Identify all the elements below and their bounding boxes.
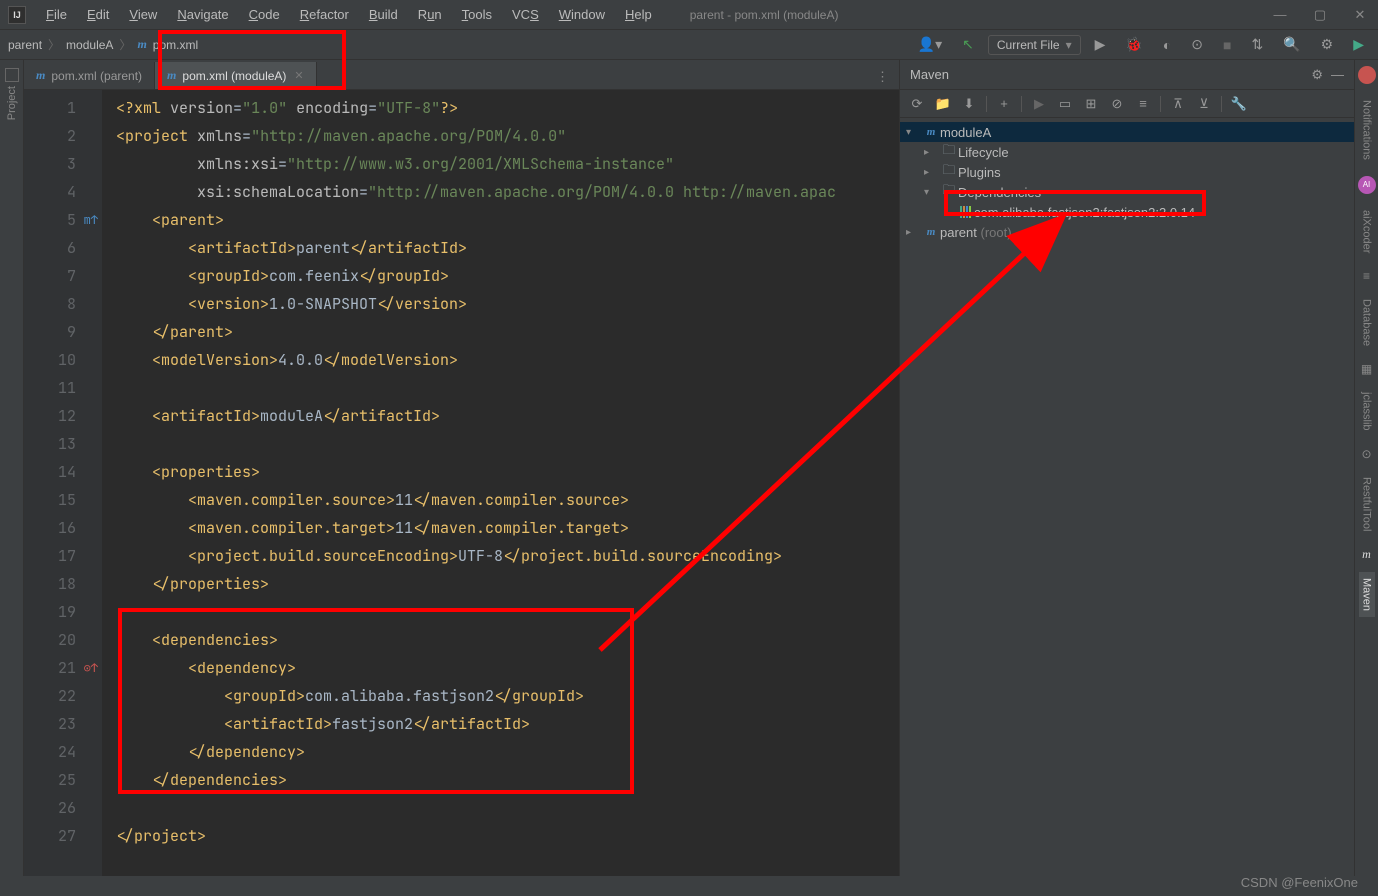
maven-tool-button[interactable]: Maven [1359,572,1375,617]
execute-icon[interactable]: ▭ [1054,93,1076,115]
show-deps-icon[interactable]: ≡ [1132,93,1154,115]
title-bar: IJ File Edit View Navigate Code Refactor… [0,0,1378,30]
menu-edit[interactable]: Edit [79,4,117,25]
restful-icon[interactable]: ⊙ [1361,447,1371,461]
vcs-update-icon[interactable]: ⇅ [1245,34,1269,55]
menu-build[interactable]: Build [361,4,406,25]
window-title: parent - pom.xml (moduleA) [690,8,839,22]
gear-icon[interactable]: ⚙ [1311,67,1323,83]
maven-icon[interactable]: m [1362,547,1371,562]
run-button[interactable]: ▶ [1089,34,1112,55]
run-icon[interactable]: ▶ [1028,93,1050,115]
generate-sources-icon[interactable]: 📁 [932,93,954,115]
notifications-tool-button[interactable]: Notifications [1359,94,1375,166]
tree-node-parent[interactable]: ▸ m parent (root) [900,222,1354,242]
jclasslib-icon[interactable]: ▦ [1361,362,1372,376]
menu-help[interactable]: Help [617,4,660,25]
coverage-button[interactable]: ◐ [1157,35,1177,55]
tabs-more-button[interactable]: ⋮ [866,65,899,89]
left-tool-stripe: Project [0,60,24,876]
reload-icon[interactable]: ⟳ [906,93,928,115]
breadcrumb-item[interactable]: pom.xml [153,38,198,52]
menu-view[interactable]: View [121,4,165,25]
maven-panel: Maven ⚙ — ⟳ 📁 ⬇ + ▶ ▭ ⊞ ⊘ ≡ ⊼ ⊻ 🔧 [899,60,1354,876]
nav-bar: parent 〉 moduleA 〉 m pom.xml 👤▾ ↖ Curren… [0,30,1378,60]
jclasslib-tool-button[interactable]: jclasslib [1359,386,1375,437]
tree-node-plugins[interactable]: ▸ 🗀 Plugins [900,162,1354,182]
user-icon[interactable]: 👤▾ [912,34,948,55]
tree-node-modulea[interactable]: ▾ m moduleA [900,122,1354,142]
tree-node-lifecycle[interactable]: ▸ 🗀 Lifecycle [900,142,1354,162]
maven-file-icon: m [167,68,176,83]
code-content[interactable]: <?xml version="1.0" encoding="UTF-8"?><p… [102,90,899,876]
close-icon[interactable]: ✕ [294,69,303,82]
debug-button[interactable]: 🐞 [1119,34,1148,55]
breadcrumb-sep: 〉 [48,36,60,53]
watermark: CSDN @FeenixOne [1241,875,1358,890]
aixcoder-tool-button[interactable]: aiXcoder [1359,204,1375,259]
menu-tools[interactable]: Tools [454,4,500,25]
profile-button[interactable]: ⊙ [1185,34,1209,55]
project-icon[interactable] [5,68,19,82]
database-icon[interactable]: ≡ [1363,269,1370,283]
tab-pom-parent[interactable]: m pom.xml (parent) [24,62,155,89]
add-icon[interactable]: + [993,93,1015,115]
maven-header: Maven ⚙ — [900,60,1354,90]
breadcrumb-sep: 〉 [119,36,131,53]
project-tool-button[interactable]: Project [6,86,18,120]
library-icon [960,206,971,218]
right-tool-stripe: Notifications AI aiXcoder ≡ Database ▦ j… [1354,60,1378,876]
breadcrumb: parent 〉 moduleA 〉 m pom.xml [8,36,198,53]
aixcoder-icon[interactable]: AI [1358,176,1376,194]
nav-actions: 👤▾ ↖ Current File▾ ▶ 🐞 ◐ ⊙ ■ ⇅ 🔍 ⚙ ▶ [912,34,1370,55]
collapse-icon[interactable]: ⊼ [1167,93,1189,115]
skip-tests-icon[interactable]: ⊘ [1106,93,1128,115]
close-button[interactable]: ✕ [1350,7,1370,23]
menu-window[interactable]: Window [551,4,613,25]
maven-toolbar: ⟳ 📁 ⬇ + ▶ ▭ ⊞ ⊘ ≡ ⊼ ⊻ 🔧 [900,90,1354,118]
menu-code[interactable]: Code [241,4,288,25]
menu-refactor[interactable]: Refactor [292,4,357,25]
gutter: 12345m↑6789101112131415161718192021⊙↑222… [24,90,102,876]
search-icon[interactable]: 🔍 [1277,34,1306,55]
minimize-button[interactable]: — [1270,7,1290,23]
maven-file-icon: m [36,68,45,83]
back-arrow-icon[interactable]: ↖ [956,34,980,55]
expand-icon[interactable]: ⊻ [1193,93,1215,115]
window-controls: — ▢ ✕ [1270,7,1370,23]
maximize-button[interactable]: ▢ [1310,7,1330,23]
breadcrumb-item[interactable]: parent [8,38,42,52]
wrench-icon[interactable]: 🔧 [1228,93,1250,115]
notifications-badge[interactable] [1358,66,1376,84]
code-editor[interactable]: 12345m↑6789101112131415161718192021⊙↑222… [24,90,899,876]
tree-node-fastjson2[interactable]: com.alibaba.fastjson2:fastjson2:2.0.14 [900,202,1354,222]
maven-file-icon: m [137,37,146,52]
editor-tabs: m pom.xml (parent) m pom.xml (moduleA) ✕… [24,60,899,90]
tab-pom-modulea[interactable]: m pom.xml (moduleA) ✕ [155,62,317,89]
settings-icon[interactable]: ⚙ [1315,34,1340,55]
main-menu: File Edit View Navigate Code Refactor Bu… [38,4,660,25]
database-tool-button[interactable]: Database [1359,293,1375,352]
hide-icon[interactable]: — [1331,67,1344,83]
menu-run[interactable]: Run [410,4,450,25]
run-config-selector[interactable]: Current File▾ [988,35,1081,55]
maven-tree: ▾ m moduleA ▸ 🗀 Lifecycle ▸ 🗀 Plugins ▾ … [900,118,1354,876]
toggle-offline-icon[interactable]: ⊞ [1080,93,1102,115]
tree-node-dependencies[interactable]: ▾ 🗀 Dependencies [900,182,1354,202]
editor: m pom.xml (parent) m pom.xml (moduleA) ✕… [24,60,899,876]
app-logo: IJ [8,6,26,24]
breadcrumb-item[interactable]: moduleA [66,38,113,52]
restful-tool-button[interactable]: RestfulTool [1359,471,1375,537]
stop-button[interactable]: ■ [1217,35,1237,55]
menu-file[interactable]: File [38,4,75,25]
maven-title: Maven [910,67,949,82]
download-icon[interactable]: ⬇ [958,93,980,115]
codestream-icon[interactable]: ▶ [1347,34,1370,55]
menu-navigate[interactable]: Navigate [169,4,236,25]
menu-vcs[interactable]: VCS [504,4,547,25]
